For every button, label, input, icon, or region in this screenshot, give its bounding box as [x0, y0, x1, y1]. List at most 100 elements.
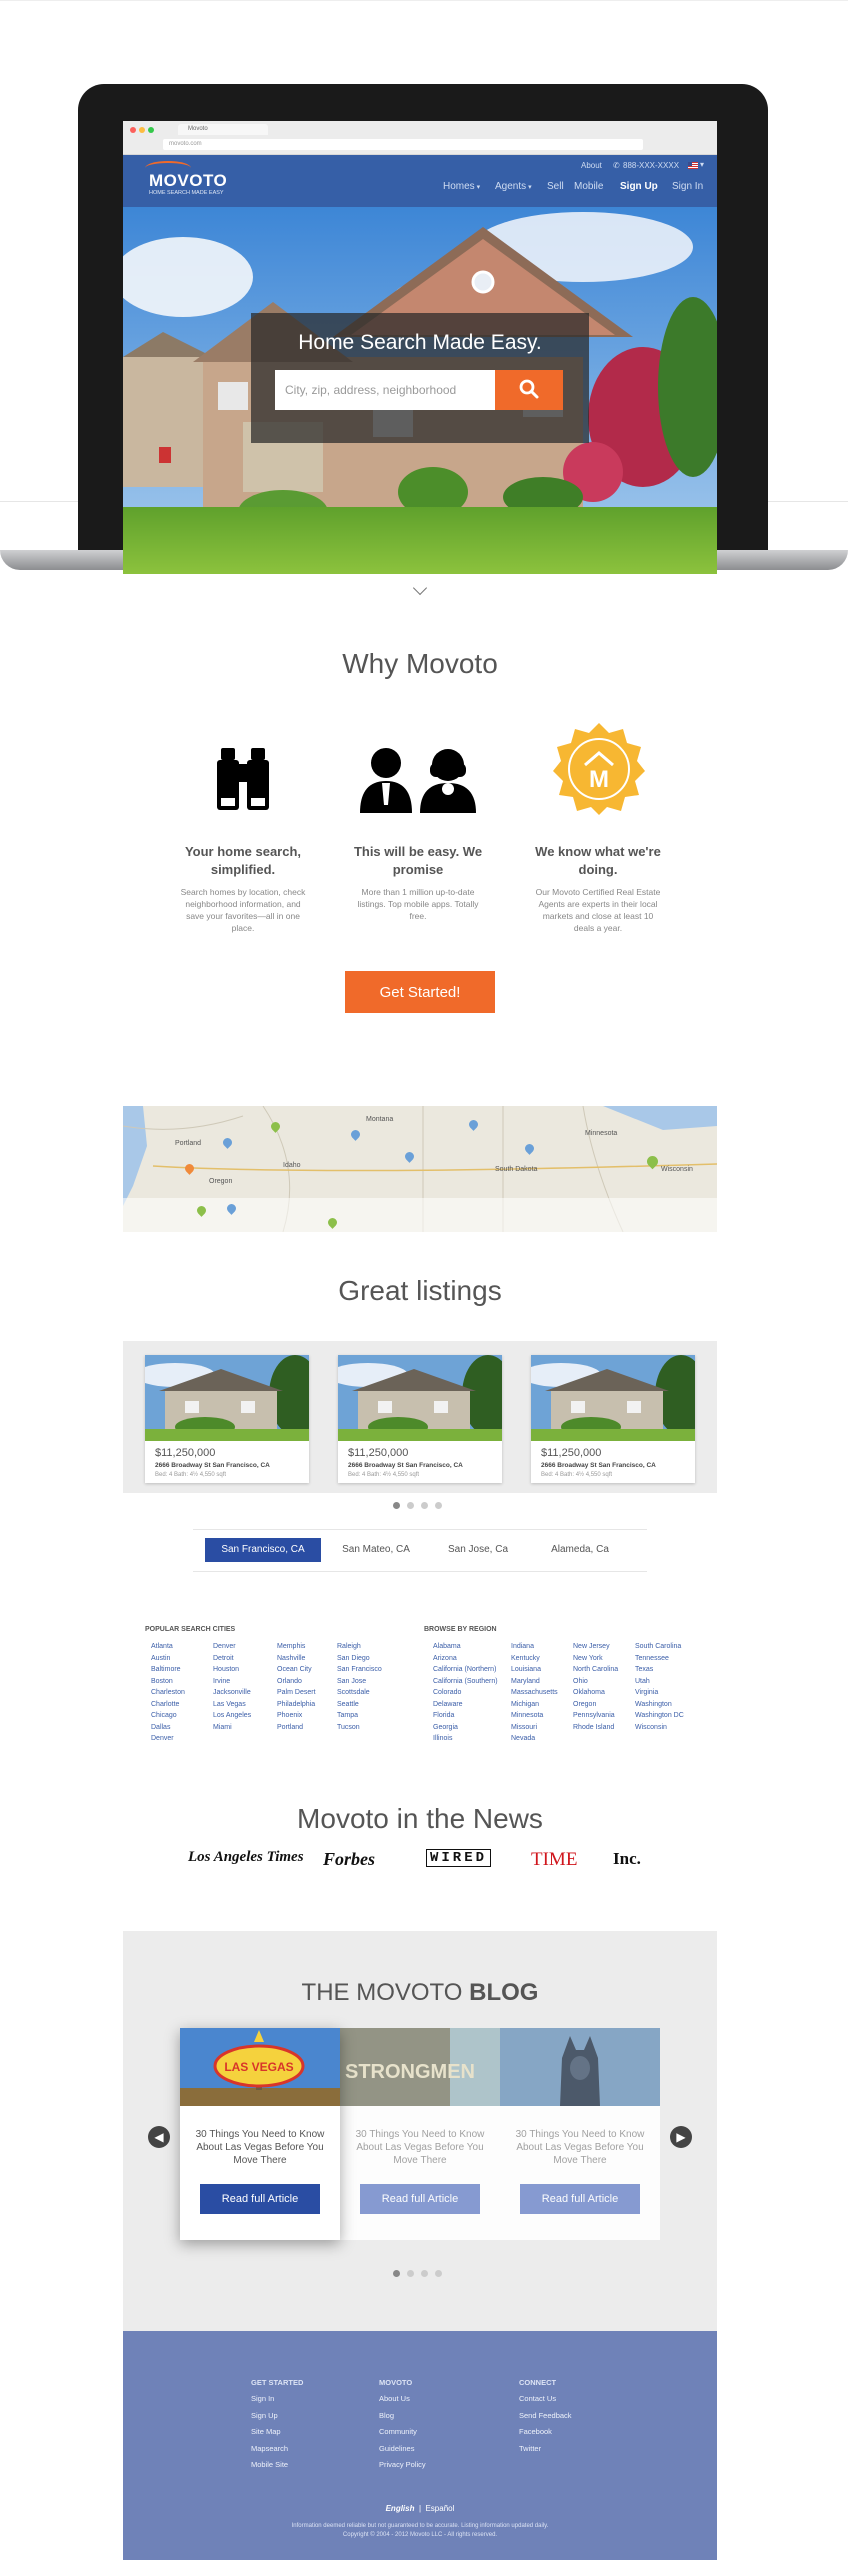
blog-card[interactable]: STRONGMEN 30 Things You Need to Know Abo…	[340, 2028, 500, 2240]
close-dot-icon[interactable]	[130, 127, 136, 133]
list-link[interactable]: Pennsylvania	[573, 1710, 618, 1722]
list-link[interactable]: Charlotte	[151, 1699, 185, 1711]
list-link[interactable]: Los Angeles	[213, 1710, 251, 1722]
phone-number[interactable]: 888-XXX-XXXX	[623, 161, 679, 170]
city-tab-alameda[interactable]: Alameda, Ca	[533, 1538, 627, 1562]
list-link[interactable]: Colorado	[433, 1687, 498, 1699]
list-link[interactable]: Memphis	[277, 1641, 316, 1653]
list-link[interactable]: Mobile Site	[251, 2457, 288, 2474]
list-link[interactable]: South Carolina	[635, 1641, 684, 1653]
nav-sign-up[interactable]: Sign Up	[620, 181, 658, 192]
list-link[interactable]: Phoenix	[277, 1710, 316, 1722]
list-link[interactable]: Houston	[213, 1664, 251, 1676]
address-bar[interactable]: movoto.com	[163, 139, 643, 150]
list-link[interactable]: Portland	[277, 1722, 316, 1734]
list-link[interactable]: Raleigh	[337, 1641, 382, 1653]
list-link[interactable]: San Diego	[337, 1653, 382, 1665]
list-link[interactable]: Arizona	[433, 1653, 498, 1665]
list-link[interactable]: California (Northern)	[433, 1664, 498, 1676]
nav-homes[interactable]: Homes ▾	[443, 181, 480, 192]
list-link[interactable]: Sign In	[251, 2391, 288, 2408]
list-link[interactable]: Wisconsin	[635, 1722, 684, 1734]
listings-map[interactable]: Portland Montana Minnesota Oregon Idaho …	[123, 1106, 717, 1232]
list-link[interactable]: Missouri	[511, 1722, 558, 1734]
list-link[interactable]: Florida	[433, 1710, 498, 1722]
list-link[interactable]: Detroit	[213, 1653, 251, 1665]
list-link[interactable]: Washington	[635, 1699, 684, 1711]
listing-card[interactable]: $11,250,000 2666 Broadway St San Francis…	[338, 1355, 502, 1483]
list-link[interactable]: Denver	[213, 1641, 251, 1653]
pagination-dot[interactable]	[393, 1502, 400, 1509]
pagination-dot[interactable]	[407, 1502, 414, 1509]
chevron-down-icon[interactable]: ▾	[700, 160, 704, 169]
list-link[interactable]: Texas	[635, 1664, 684, 1676]
list-link[interactable]: About Us	[379, 2391, 426, 2408]
list-link[interactable]: Utah	[635, 1676, 684, 1688]
search-input[interactable]	[275, 370, 495, 410]
list-link[interactable]: Denver	[151, 1733, 185, 1745]
scroll-down-chevron-icon[interactable]	[412, 580, 428, 596]
get-started-button[interactable]: Get Started!	[345, 971, 495, 1013]
list-link[interactable]: Ocean City	[277, 1664, 316, 1676]
list-link[interactable]: Virginia	[635, 1687, 684, 1699]
list-link[interactable]: Miami	[213, 1722, 251, 1734]
flag-icon[interactable]	[688, 162, 698, 169]
list-link[interactable]: North Carolina	[573, 1664, 618, 1676]
list-link[interactable]: Facebook	[519, 2424, 572, 2441]
list-link[interactable]: San Jose	[337, 1676, 382, 1688]
city-tab-san-mateo[interactable]: San Mateo, CA	[329, 1538, 423, 1562]
list-link[interactable]: Seattle	[337, 1699, 382, 1711]
nav-sign-in[interactable]: Sign In	[672, 181, 703, 192]
search-button[interactable]	[495, 370, 563, 410]
read-article-button[interactable]: Read full Article	[200, 2184, 320, 2214]
nav-agents[interactable]: Agents ▾	[495, 181, 532, 192]
read-article-button[interactable]: Read full Article	[520, 2184, 640, 2214]
carousel-next-arrow-icon[interactable]: ▶	[670, 2126, 692, 2148]
list-link[interactable]: Maryland	[511, 1676, 558, 1688]
nav-sell[interactable]: Sell	[547, 181, 564, 192]
list-link[interactable]: Philadelphia	[277, 1699, 316, 1711]
blog-card[interactable]: 30 Things You Need to Know About Las Veg…	[500, 2028, 660, 2240]
list-link[interactable]: Chicago	[151, 1710, 185, 1722]
list-link[interactable]: Illinois	[433, 1733, 498, 1745]
list-link[interactable]: Michigan	[511, 1699, 558, 1711]
list-link[interactable]: Indiana	[511, 1641, 558, 1653]
pagination-dot[interactable]	[421, 1502, 428, 1509]
list-link[interactable]: Nevada	[511, 1733, 558, 1745]
pagination-dot[interactable]	[435, 1502, 442, 1509]
pagination-dot[interactable]	[393, 2270, 400, 2277]
list-link[interactable]: Privacy Policy	[379, 2457, 426, 2474]
list-link[interactable]: Guidelines	[379, 2441, 426, 2458]
pagination-dot[interactable]	[407, 2270, 414, 2277]
nav-mobile[interactable]: Mobile	[574, 181, 603, 192]
list-link[interactable]: Sign Up	[251, 2408, 288, 2425]
logo[interactable]: MOVOTO	[149, 171, 227, 191]
list-link[interactable]: New Jersey	[573, 1641, 618, 1653]
list-link[interactable]: Site Map	[251, 2424, 288, 2441]
minimize-dot-icon[interactable]	[139, 127, 145, 133]
listing-card[interactable]: $11,250,000 2666 Broadway St San Francis…	[145, 1355, 309, 1483]
blog-card[interactable]: LAS VEGAS 30 Things You Need to Know Abo…	[180, 2028, 340, 2240]
list-link[interactable]: Contact Us	[519, 2391, 572, 2408]
list-link[interactable]: Scottsdale	[337, 1687, 382, 1699]
lang-english[interactable]: English	[386, 2504, 415, 2513]
list-link[interactable]: Palm Desert	[277, 1687, 316, 1699]
list-link[interactable]: Oregon	[573, 1699, 618, 1711]
browser-tab[interactable]: Movoto	[178, 124, 268, 135]
list-link[interactable]: Dallas	[151, 1722, 185, 1734]
list-link[interactable]: Georgia	[433, 1722, 498, 1734]
list-link[interactable]: California (Southern)	[433, 1676, 498, 1688]
list-link[interactable]: Atlanta	[151, 1641, 185, 1653]
list-link[interactable]: Washington DC	[635, 1710, 684, 1722]
list-link[interactable]: Alabama	[433, 1641, 498, 1653]
city-tab-san-francisco[interactable]: San Francisco, CA	[205, 1538, 321, 1562]
listing-card[interactable]: $11,250,000 2666 Broadway St San Francis…	[531, 1355, 695, 1483]
list-link[interactable]: Orlando	[277, 1676, 316, 1688]
list-link[interactable]: Mapsearch	[251, 2441, 288, 2458]
list-link[interactable]: New York	[573, 1653, 618, 1665]
pagination-dot[interactable]	[435, 2270, 442, 2277]
list-link[interactable]: Louisiana	[511, 1664, 558, 1676]
pagination-dot[interactable]	[421, 2270, 428, 2277]
list-link[interactable]: Baltimore	[151, 1664, 185, 1676]
list-link[interactable]: Austin	[151, 1653, 185, 1665]
